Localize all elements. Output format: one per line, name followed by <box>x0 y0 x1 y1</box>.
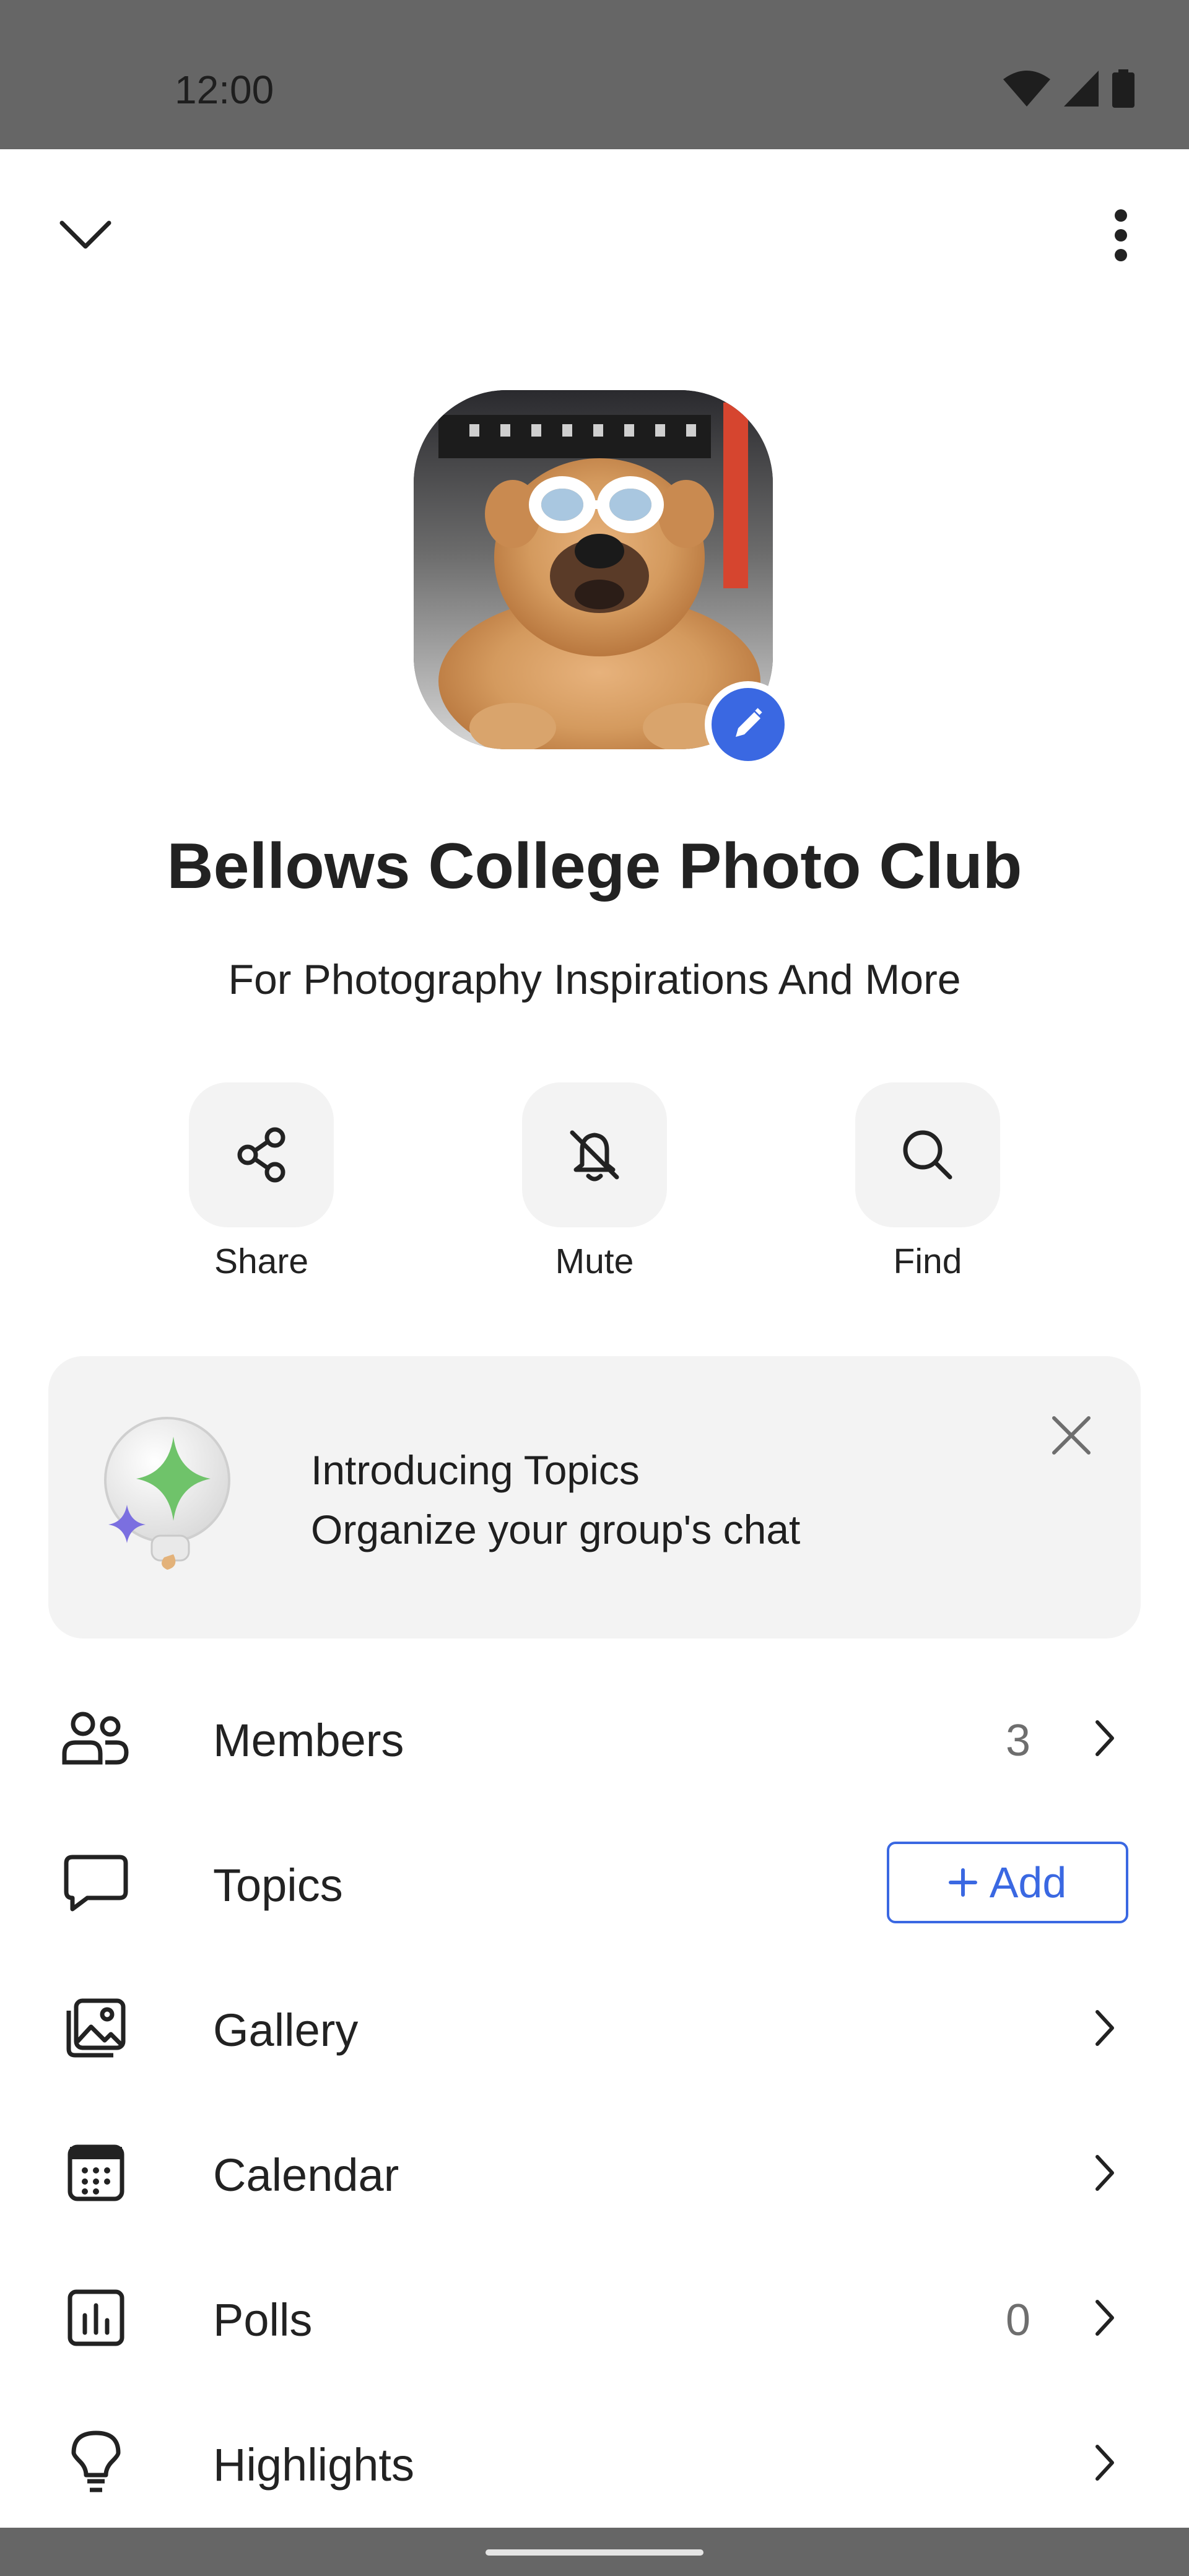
wifi-icon <box>1003 71 1050 107</box>
search-icon <box>903 1130 952 1180</box>
chevron-down-icon <box>59 220 111 249</box>
members-label: Members <box>213 1715 404 1766</box>
sparkle-lightbulb-icon <box>99 1412 248 1579</box>
banner-close-button[interactable] <box>1040 1404 1102 1466</box>
members-count: 3 <box>1005 1716 1030 1765</box>
group-name: Bellows College Photo Club <box>167 830 1022 902</box>
polls-label: Polls <box>213 2294 313 2346</box>
chevron-right-icon <box>1080 2145 1130 2201</box>
highlights-row[interactable]: Highlights <box>0 2390 1189 2535</box>
chevron-right-icon <box>1080 2290 1130 2346</box>
close-icon <box>1052 1416 1091 1455</box>
chevron-right-icon <box>1080 1710 1130 1766</box>
status-icons <box>1003 69 1135 108</box>
share-button[interactable]: Share <box>187 1082 336 1282</box>
pencil-icon <box>736 708 762 737</box>
add-topic-button[interactable]: Add <box>887 1842 1128 1923</box>
plus-icon <box>948 1868 977 1897</box>
chevron-right-icon <box>1080 2435 1130 2491</box>
lightbulb-icon <box>62 2429 130 2497</box>
banner-title: Introducing Topics <box>311 1447 640 1493</box>
find-label: Find <box>893 1242 962 1281</box>
topics-label: Topics <box>213 1860 343 1911</box>
group-description: For Photography Inspirations And More <box>228 956 961 1003</box>
status-time: 12:00 <box>175 67 274 112</box>
find-button[interactable]: Find <box>853 1082 1002 1282</box>
gallery-row[interactable]: Gallery <box>0 1956 1189 2100</box>
more-vertical-icon <box>1115 209 1127 261</box>
add-label: Add <box>989 1858 1067 1907</box>
cellular-signal-icon <box>1064 71 1099 107</box>
share-icon <box>237 1127 285 1183</box>
calendar-label: Calendar <box>213 2149 399 2201</box>
people-icon <box>62 1704 130 1772</box>
members-row[interactable]: Members 3 <box>0 1666 1189 1811</box>
collapse-button[interactable] <box>50 204 121 266</box>
bell-off-icon <box>570 1130 619 1181</box>
banner-subtitle: Organize your group's chat <box>311 1507 801 1552</box>
calendar-icon <box>62 2139 130 2207</box>
highlights-label: Highlights <box>213 2439 414 2491</box>
mute-button[interactable]: Mute <box>520 1082 669 1282</box>
polls-row[interactable]: Polls 0 <box>0 2245 1189 2390</box>
calendar-row[interactable]: Calendar <box>0 2100 1189 2245</box>
mute-label: Mute <box>555 1242 634 1281</box>
home-gesture-handle[interactable] <box>486 2549 703 2556</box>
battery-icon <box>1112 69 1135 108</box>
poll-icon <box>62 2284 130 2352</box>
chevron-right-icon <box>1080 2000 1130 2056</box>
share-label: Share <box>214 1242 309 1281</box>
edit-avatar-button[interactable] <box>705 681 791 768</box>
chat-bubble-icon <box>62 1849 130 1917</box>
more-options-button[interactable] <box>1090 198 1152 272</box>
image-icon <box>62 1994 130 2062</box>
polls-count: 0 <box>1005 2295 1030 2345</box>
gallery-label: Gallery <box>213 2004 359 2056</box>
